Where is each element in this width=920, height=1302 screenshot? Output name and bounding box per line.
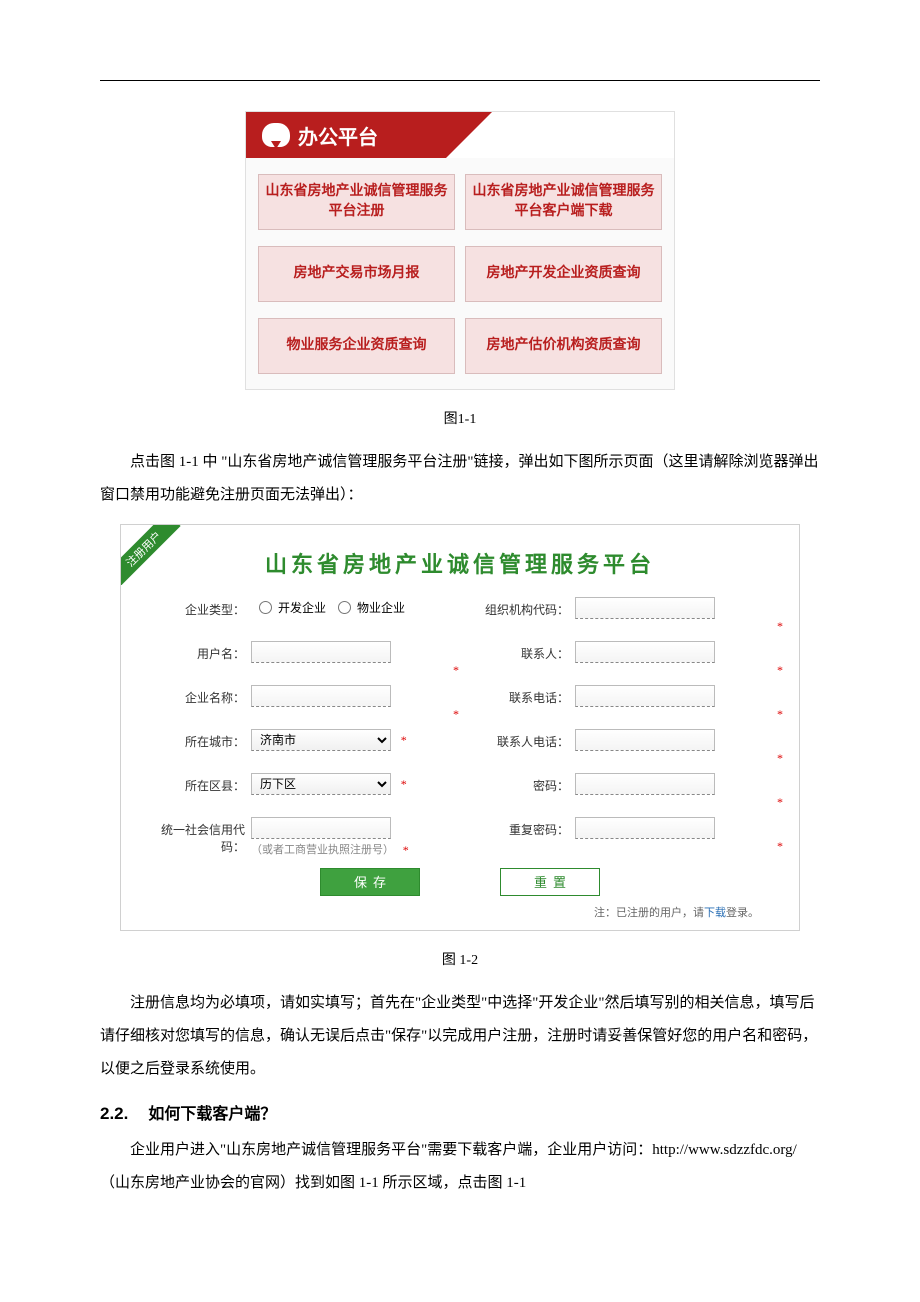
label-phone: 联系电话： (465, 685, 575, 706)
platform-link-property-query[interactable]: 物业服务企业资质查询 (258, 318, 455, 374)
radio-dev-label: 开发企业 (278, 599, 326, 616)
platform-grid: 山东省房地产业诚信管理服务平台注册 山东省房地产业诚信管理服务平台客户端下载 房… (246, 158, 674, 374)
input-username[interactable] (251, 641, 391, 663)
platform-link-download[interactable]: 山东省房地产业诚信管理服务平台客户端下载 (465, 174, 662, 230)
registration-form: 注册用户 山东省房地产业诚信管理服务平台 企业类型： 开发企业 物业企业 组织机… (120, 524, 800, 931)
label-enterprise-type: 企业类型： (141, 597, 251, 618)
note-suffix: 登录。 (726, 907, 759, 919)
paragraph-1: 点击图 1-1 中 "山东省房地产诚信管理服务平台注册"链接，弹出如下图所示页面… (100, 446, 820, 512)
label-company: 企业名称： (141, 685, 251, 706)
form-title: 山东省房地产业诚信管理服务平台 (121, 525, 799, 593)
row-confirm-password: 重复密码： * (465, 813, 779, 858)
credit-hint-text: （或者工商营业执照注册号） (251, 844, 394, 856)
platform-header-label: 办公平台 (298, 121, 378, 150)
row-password: 密码： * (465, 769, 779, 813)
row-phone: 联系电话： * (465, 681, 779, 725)
corner-ribbon-label: 注册用户 (121, 525, 181, 585)
reset-button[interactable]: 重置 (500, 868, 600, 896)
input-contact-phone[interactable] (575, 729, 715, 751)
corner-ribbon: 注册用户 (121, 525, 181, 585)
platform-link-appraisal-query[interactable]: 房地产估价机构资质查询 (465, 318, 662, 374)
label-contact-phone: 联系人电话： (465, 729, 575, 750)
section-number: 2.2. (100, 1104, 128, 1123)
label-district: 所在区县： (141, 773, 251, 794)
save-button[interactable]: 保存 (320, 868, 420, 896)
radio-dev[interactable] (259, 601, 272, 614)
button-row: 保存 重置 (141, 868, 779, 896)
required-marker: * (453, 707, 459, 722)
required-marker: * (403, 843, 409, 858)
label-confirm-password: 重复密码： (465, 817, 575, 838)
label-username: 用户名： (141, 641, 251, 662)
label-city: 所在城市： (141, 729, 251, 750)
label-password: 密码： (465, 773, 575, 794)
paragraph-3: 企业用户进入"山东房地产诚信管理服务平台"需要下载客户端，企业用户访问：http… (100, 1134, 820, 1200)
required-marker: * (401, 733, 407, 748)
cloud-upload-icon (262, 123, 290, 147)
radio-prop[interactable] (338, 601, 351, 614)
section-heading: 2.2. 如何下载客户端？ (100, 1100, 820, 1124)
figure-caption-1: 图1-1 (444, 408, 477, 428)
input-confirm-password[interactable] (575, 817, 715, 839)
platform-panel: 办公平台 山东省房地产业诚信管理服务平台注册 山东省房地产业诚信管理服务平台客户… (245, 111, 675, 390)
input-contact[interactable] (575, 641, 715, 663)
login-note: 注：已注册的用户，请下载登录。 (121, 896, 799, 920)
row-contact: 联系人： * (465, 637, 779, 681)
row-company: 企业名称： * (141, 681, 455, 725)
download-link[interactable]: 下载 (704, 907, 726, 919)
platform-header-title: 办公平台 (246, 112, 446, 158)
label-credit-code: 统一社会信用代码： (141, 817, 251, 855)
row-contact-phone: 联系人电话： * (465, 725, 779, 769)
platform-link-register[interactable]: 山东省房地产业诚信管理服务平台注册 (258, 174, 455, 230)
row-enterprise-type: 企业类型： 开发企业 物业企业 (141, 593, 455, 637)
label-org-code: 组织机构代码： (465, 597, 575, 618)
radio-prop-label: 物业企业 (357, 599, 405, 616)
platform-link-monthly[interactable]: 房地产交易市场月报 (258, 246, 455, 302)
figure-1-2: 注册用户 山东省房地产业诚信管理服务平台 企业类型： 开发企业 物业企业 组织机… (100, 524, 820, 987)
input-credit-code[interactable] (251, 817, 391, 839)
horizontal-rule (100, 80, 820, 81)
row-city: 所在城市： 济南市 * (141, 725, 455, 769)
required-marker: * (777, 619, 783, 634)
figure-caption-2: 图 1-2 (442, 949, 478, 969)
select-district[interactable]: 历下区 (251, 773, 391, 795)
row-district: 所在区县： 历下区 * (141, 769, 455, 813)
form-body: 企业类型： 开发企业 物业企业 组织机构代码： * 用户名： (121, 593, 799, 896)
figure-1-1: 办公平台 山东省房地产业诚信管理服务平台注册 山东省房地产业诚信管理服务平台客户… (100, 111, 820, 446)
required-marker: * (453, 663, 459, 678)
required-marker: * (777, 751, 783, 766)
section-title: 如何下载客户端？ (148, 1106, 276, 1123)
input-password[interactable] (575, 773, 715, 795)
required-marker: * (777, 839, 783, 854)
required-marker: * (777, 707, 783, 722)
note-prefix: 注：已注册的用户，请 (594, 907, 704, 919)
platform-link-dev-query[interactable]: 房地产开发企业资质查询 (465, 246, 662, 302)
row-username: 用户名： * (141, 637, 455, 681)
required-marker: * (401, 777, 407, 792)
label-contact: 联系人： (465, 641, 575, 662)
enterprise-type-radios: 开发企业 物业企业 (251, 597, 455, 616)
input-company[interactable] (251, 685, 391, 707)
required-marker: * (777, 663, 783, 678)
row-org-code: 组织机构代码： * (465, 593, 779, 637)
row-credit-code: 统一社会信用代码： （或者工商营业执照注册号） * (141, 813, 455, 858)
input-org-code[interactable] (575, 597, 715, 619)
select-city[interactable]: 济南市 (251, 729, 391, 751)
required-marker: * (777, 795, 783, 810)
platform-header: 办公平台 (246, 112, 674, 158)
input-phone[interactable] (575, 685, 715, 707)
paragraph-2: 注册信息均为必填项，请如实填写；首先在"企业类型"中选择"开发企业"然后填写别的… (100, 987, 820, 1086)
credit-code-hint: （或者工商营业执照注册号） * (251, 841, 455, 858)
